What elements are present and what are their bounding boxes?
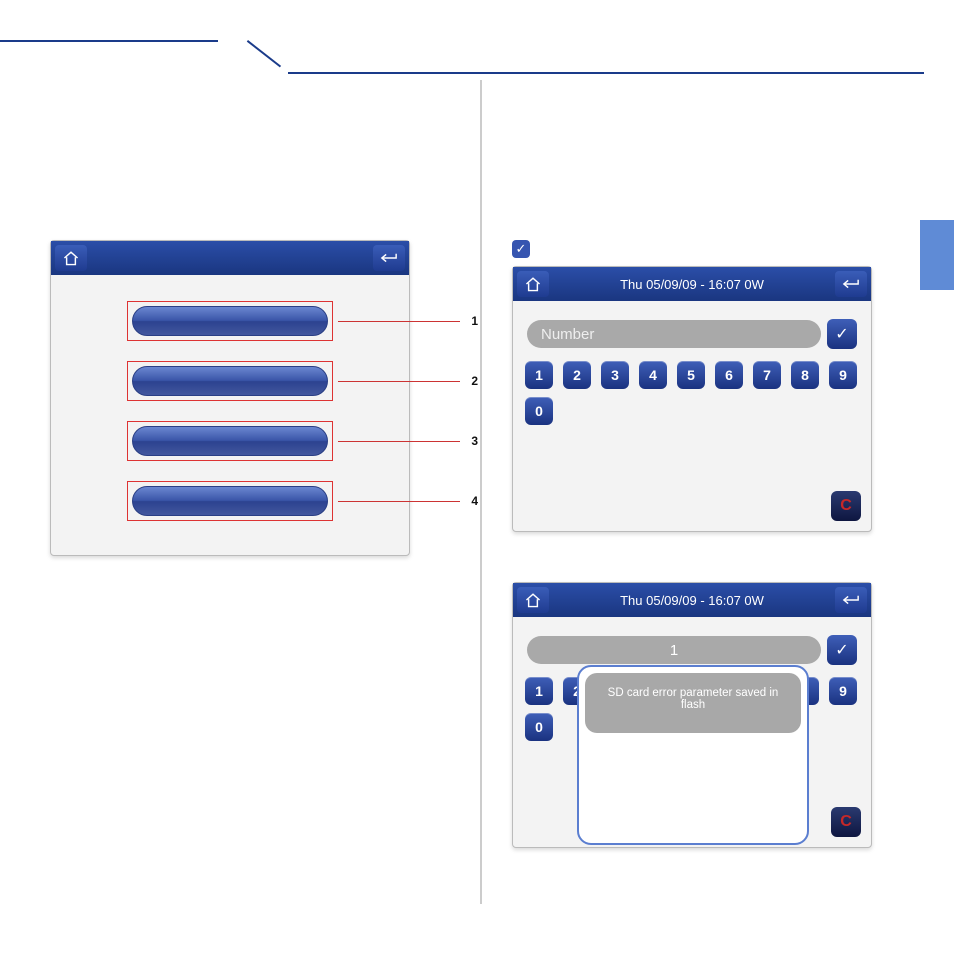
menu-button-3[interactable] xyxy=(132,426,328,456)
menu-button-4[interactable] xyxy=(132,486,328,516)
clear-button[interactable]: C xyxy=(831,807,861,837)
home-icon xyxy=(524,276,542,292)
menu-item-1-wrap: 1 xyxy=(127,301,333,341)
key-5[interactable]: 5 xyxy=(677,361,705,389)
titlebar-datetime: Thu 05/09/09 - 16:07 0W xyxy=(549,277,835,292)
key-0[interactable]: 0 xyxy=(525,713,553,741)
key-9[interactable]: 9 xyxy=(829,361,857,389)
device-titlebar: Thu 05/09/09 - 16:07 0W xyxy=(513,583,871,617)
key-3[interactable]: 3 xyxy=(601,361,629,389)
callout-line xyxy=(338,381,460,382)
key-1[interactable]: 1 xyxy=(525,677,553,705)
menu-button-1[interactable] xyxy=(132,306,328,336)
key-2[interactable]: 2 xyxy=(563,361,591,389)
home-icon xyxy=(62,250,80,266)
key-1[interactable]: 1 xyxy=(525,361,553,389)
titlebar-datetime: Thu 05/09/09 - 16:07 0W xyxy=(549,593,835,608)
key-6[interactable]: 6 xyxy=(715,361,743,389)
home-icon xyxy=(524,592,542,608)
menu-button-2[interactable] xyxy=(132,366,328,396)
back-button[interactable] xyxy=(835,587,867,613)
callout-number-3: 3 xyxy=(471,434,478,448)
device-titlebar: Thu 05/09/09 - 16:07 0W xyxy=(513,267,871,301)
callout-number-1: 1 xyxy=(471,314,478,328)
home-button[interactable] xyxy=(517,271,549,297)
page-side-tab xyxy=(920,220,954,290)
device-keypad-1: Thu 05/09/09 - 16:07 0W Number ✓ 1 2 3 4 xyxy=(512,266,872,532)
callout-line xyxy=(338,321,460,322)
check-icon: ✓ xyxy=(835,324,848,344)
back-arrow-icon xyxy=(841,592,861,608)
key-4[interactable]: 4 xyxy=(639,361,667,389)
confirm-button[interactable]: ✓ xyxy=(827,319,857,349)
home-button[interactable] xyxy=(517,587,549,613)
check-bullet-icon: ✓ xyxy=(512,240,530,258)
key-7[interactable]: 7 xyxy=(753,361,781,389)
menu-item-3-wrap: 3 xyxy=(127,421,333,461)
clear-button[interactable]: C xyxy=(831,491,861,521)
number-input[interactable]: 1 xyxy=(527,636,821,664)
key-8[interactable]: 8 xyxy=(791,361,819,389)
menu-item-2-wrap: 2 xyxy=(127,361,333,401)
device-titlebar xyxy=(51,241,409,275)
back-arrow-icon xyxy=(841,276,861,292)
column-divider xyxy=(480,80,482,904)
menu-item-4-wrap: 4 xyxy=(127,481,333,521)
header-rule xyxy=(0,40,924,80)
back-button[interactable] xyxy=(373,245,405,271)
callout-line xyxy=(338,441,460,442)
back-button[interactable] xyxy=(835,271,867,297)
callout-line xyxy=(338,501,460,502)
confirm-button[interactable]: ✓ xyxy=(827,635,857,665)
callout-number-4: 4 xyxy=(471,494,478,508)
callout-number-2: 2 xyxy=(471,374,478,388)
number-input[interactable]: Number xyxy=(527,320,821,348)
key-0[interactable]: 0 xyxy=(525,397,553,425)
home-button[interactable] xyxy=(55,245,87,271)
numeric-keypad: 1 2 3 4 5 6 7 8 9 0 xyxy=(523,359,861,425)
key-9[interactable]: 9 xyxy=(829,677,857,705)
sd-error-popup: SD card error parameter saved in flash xyxy=(577,665,809,845)
device-keypad-2: Thu 05/09/09 - 16:07 0W 1 ✓ 1 2 3 4 xyxy=(512,582,872,848)
check-icon: ✓ xyxy=(835,640,848,660)
popup-message: SD card error parameter saved in flash xyxy=(585,673,801,733)
device-menu-screen: 1 2 3 4 xyxy=(50,240,410,556)
back-arrow-icon xyxy=(379,250,399,266)
